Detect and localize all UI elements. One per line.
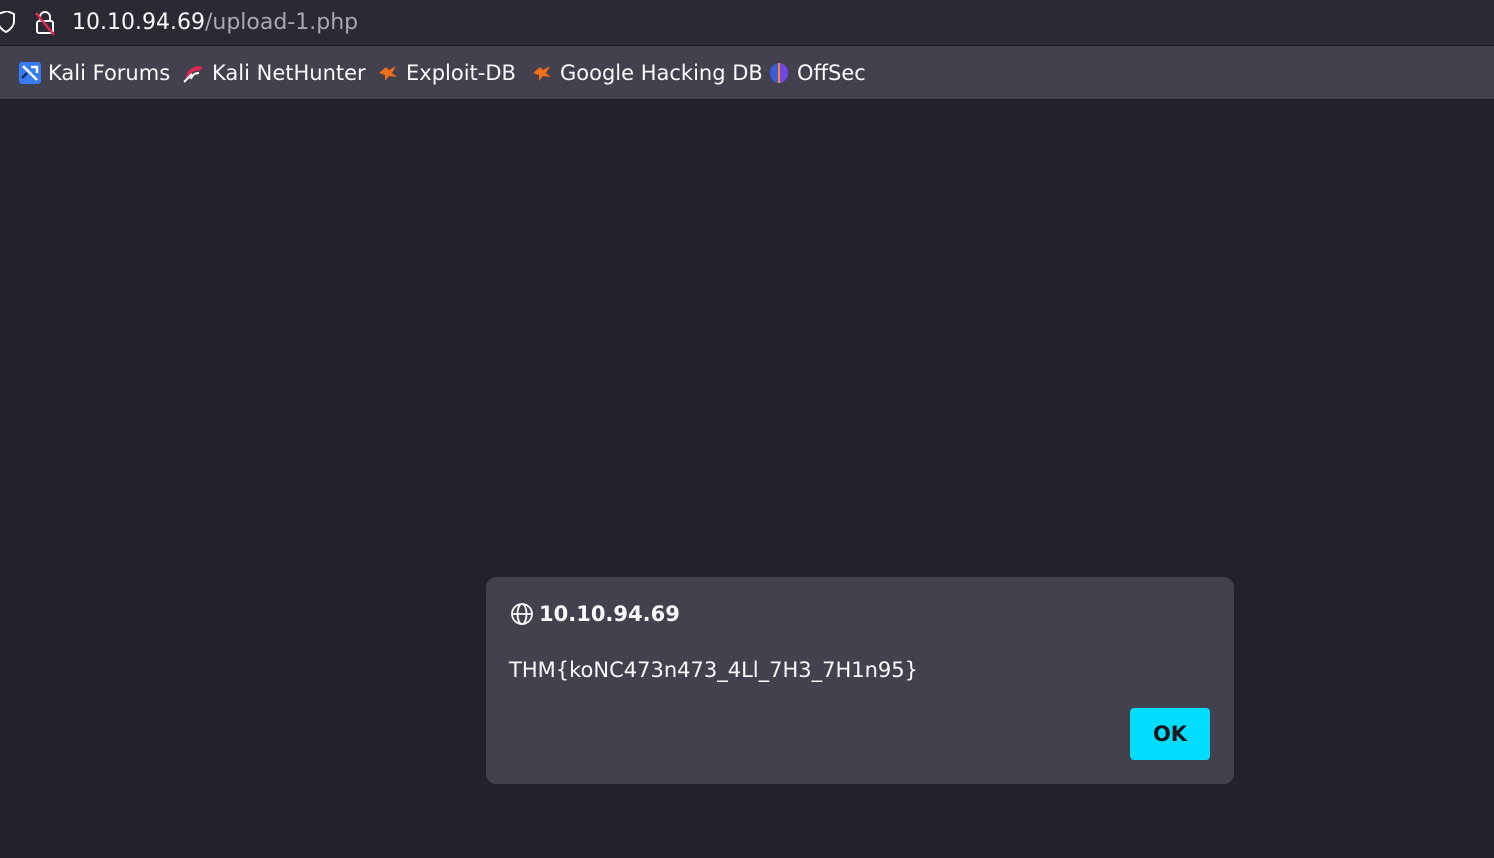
google-hacking-db-icon <box>533 66 551 81</box>
alert-dialog: 10.10.94.69 THM{koNC473n473_4Ll_7H3_7H1n… <box>486 577 1234 784</box>
shield-icon[interactable] <box>0 11 16 33</box>
url-host: 10.10.94.69 <box>72 10 205 35</box>
bookmark-label: OffSec <box>797 61 866 85</box>
bookmark-label: Kali NetHunter <box>212 61 366 85</box>
bookmark-kali-forums[interactable]: Kali Forums <box>18 58 170 88</box>
ok-button[interactable]: OK <box>1130 708 1210 760</box>
bookmark-exploit-db[interactable]: Exploit-DB <box>376 58 516 88</box>
address-text[interactable]: 10.10.94.69/upload-1.php <box>72 8 358 38</box>
bookmarks-toolbar: Kali Forums Kali NetHunter Exploit-DB Go… <box>0 46 1494 100</box>
kali-nethunter-icon <box>183 66 203 83</box>
kali-forums-icon <box>19 62 41 84</box>
dialog-message: THM{koNC473n473_4Ll_7H3_7H1n95} <box>509 658 919 682</box>
lock-insecure-icon[interactable] <box>34 10 56 36</box>
offsec-icon <box>770 63 788 83</box>
globe-icon <box>511 603 533 625</box>
bookmark-label: Kali Forums <box>48 61 171 85</box>
url-bar[interactable]: 10.10.94.69/upload-1.php <box>0 0 1494 46</box>
bookmark-label: Google Hacking DB <box>560 61 763 85</box>
exploit-db-icon <box>379 66 397 81</box>
dialog-title: 10.10.94.69 <box>539 602 680 626</box>
bookmark-kali-nethunter[interactable]: Kali NetHunter <box>182 58 366 88</box>
bookmark-offsec[interactable]: OffSec <box>767 58 866 88</box>
bookmark-label: Exploit-DB <box>406 61 516 85</box>
bookmark-google-hacking-db[interactable]: Google Hacking DB <box>530 58 763 88</box>
url-path: /upload-1.php <box>204 10 359 35</box>
